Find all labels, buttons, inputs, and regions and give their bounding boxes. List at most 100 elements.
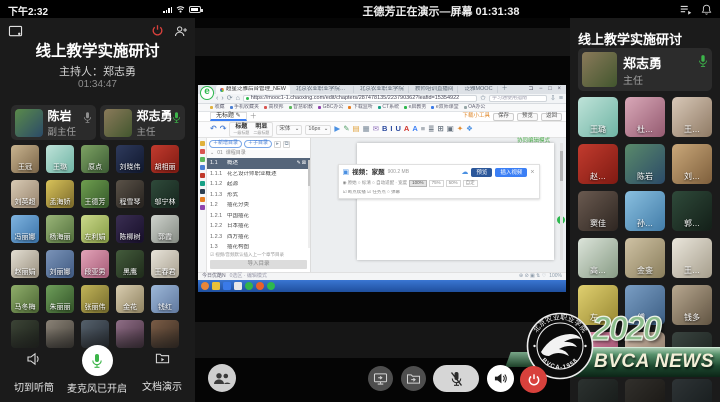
status-left-text: 今日优酷N [202, 274, 226, 280]
clock-time: 下午2:32 [8, 3, 48, 18]
participant-tile[interactable]: 王璐 [578, 97, 618, 137]
participant-tile[interactable]: 黑鹰 [116, 250, 144, 278]
share-screen-button[interactable] [368, 366, 393, 391]
participant-tile[interactable]: 马冬梅 [11, 285, 39, 313]
participant-tile[interactable] [578, 379, 618, 402]
earpiece-button[interactable]: 切到听筒 [6, 352, 62, 394]
power-icon[interactable] [151, 24, 164, 37]
participant-tile[interactable]: 刘英超 [11, 180, 39, 208]
participant-tile[interactable]: 赵丽娟 [11, 250, 39, 278]
participant-tile[interactable]: 钱红 [151, 285, 179, 313]
add-person-icon[interactable] [173, 25, 188, 37]
share-file-button[interactable] [401, 366, 426, 391]
participant-name: 王德芳 [81, 197, 109, 207]
featured-participant-tile[interactable]: 陈岩 副主任 [11, 105, 96, 140]
bookmark-item: 收藏 [210, 105, 225, 111]
speaker-button[interactable] [487, 365, 514, 392]
browser-logo-icon: e [200, 86, 214, 100]
featured-participant-tile[interactable]: 郑志勇 主任 [100, 105, 185, 140]
meeting-app: 下午2:32 王德芳正在演示—屏幕 01:31:38 线上教学实施研 [0, 0, 720, 402]
participant-tile[interactable]: 王冠 [11, 145, 39, 173]
forward-icon: › [221, 95, 223, 103]
participant-tile[interactable]: 王德芳 [81, 180, 109, 208]
top-status-bar: 下午2:32 王德芳正在演示—屏幕 01:31:38 [0, 0, 720, 18]
participant-tile[interactable]: 孙… [625, 191, 665, 231]
participant-tile[interactable]: 段亚男 [81, 250, 109, 278]
browser-tab-strip: 超星泛雅后台管理_NEW 北京农业职业学院教学门户 北京农业职业学院 教师培训直… [198, 85, 566, 94]
participant-name: 原点 [81, 162, 109, 172]
participant-tile[interactable]: 程雪琴 [116, 180, 144, 208]
bookmark-dot [318, 106, 321, 109]
participant-name: 赵… [578, 171, 618, 182]
watermark-year: 2020 [592, 310, 660, 349]
participant-tile[interactable]: 王璐 [46, 145, 74, 173]
participant-name: 赵丽娟 [11, 267, 39, 277]
participant-tile[interactable]: 王春君 [151, 250, 179, 278]
doc-present-button[interactable]: 文档演示 [134, 352, 190, 393]
format-icon: ❖ [466, 125, 473, 133]
video-size: 900.2 MB [388, 170, 409, 176]
outline-rows: 1.1 概述 ✎⊠ 1.1.1 花艺设计师职业概述 ✎⊠ [207, 158, 310, 252]
participant-tile[interactable]: 陈柳树 [116, 215, 144, 243]
participant-tile[interactable]: 王… [672, 97, 712, 137]
outline-row: 1.1.2 起源 ✎⊠ [207, 179, 310, 190]
participant-name: 张丽伟 [81, 302, 109, 312]
participant-tile[interactable]: 张丽伟 [81, 285, 109, 313]
participant-name: 冯丽娜 [11, 232, 39, 242]
participant-tile[interactable]: 钱多 [672, 285, 712, 325]
participant-tile[interactable]: 窦佳 [578, 191, 618, 231]
participant-tile[interactable]: 原点 [81, 145, 109, 173]
meeting-title: 线上教学实施研讨 [578, 29, 682, 48]
screen-cast-icon[interactable] [8, 25, 23, 38]
document-folder-icon [155, 352, 170, 365]
mic-button-circle[interactable] [82, 345, 113, 376]
side-app-icon [200, 189, 205, 194]
participant-tile[interactable]: 刘丽娜 [46, 250, 74, 278]
mic-status-label: 麦克风已开启 [64, 380, 130, 395]
participant-list-icon[interactable] [679, 4, 693, 15]
participant-tile[interactable]: 冯丽娜 [11, 215, 39, 243]
end-call-button[interactable] [520, 366, 547, 393]
participant-name: 黑鹰 [116, 267, 144, 277]
featured-participant-tile[interactable]: 郑志勇 主任 [578, 48, 712, 91]
mic-toggle-button[interactable]: 麦克风已开启 [64, 345, 130, 395]
mic-muted-button[interactable] [433, 365, 479, 392]
side-app-icon [200, 205, 205, 210]
participant-tile[interactable]: 金花 [116, 285, 144, 313]
participant-tile[interactable]: 胡相丽 [151, 145, 179, 173]
participant-tile[interactable]: 左利娟 [81, 215, 109, 243]
avatar [578, 379, 618, 402]
participant-tile[interactable]: 朱丽丽 [46, 285, 74, 313]
participant-tile[interactable] [625, 379, 665, 402]
participant-tile[interactable]: 赵… [578, 144, 618, 184]
outline-row: 1.2.2 日本插花 ✎⊠ [207, 221, 310, 232]
participant-tile[interactable]: 刘晓伟 [116, 145, 144, 173]
participant-tile[interactable] [672, 379, 712, 402]
bookmark-item: e双师课堂 [431, 105, 458, 111]
width-option: 100% [409, 180, 427, 187]
participant-tile[interactable]: 杨海丽 [46, 215, 74, 243]
avatar [672, 379, 712, 402]
width-option: 自定 [463, 180, 478, 187]
participant-tile[interactable]: 刘… [672, 144, 712, 184]
back-icon: ‹ [216, 95, 218, 103]
style-picker: 标题一级标题 明显二级标题 [229, 122, 273, 137]
participant-tile[interactable]: 高… [578, 238, 618, 278]
participant-tile[interactable]: 郭… [672, 191, 712, 231]
participant-tile[interactable]: 邬宁林 [151, 180, 179, 208]
participant-tile[interactable]: 金銮 [625, 238, 665, 278]
participant-tile[interactable]: 郭霞 [151, 215, 179, 243]
participant-name: 郭… [672, 218, 712, 229]
participant-tile[interactable]: 孟海娇 [46, 180, 74, 208]
format-icon: ▶ [334, 125, 340, 133]
participant-name: 王冠 [11, 162, 39, 172]
participant-tile[interactable]: 陈岩 [625, 144, 665, 184]
bookmark-dot [289, 106, 292, 109]
participant-tile[interactable]: 王… [672, 238, 712, 278]
participant-name: 陈岩 [625, 171, 665, 182]
participant-tile[interactable]: 杜… [625, 97, 665, 137]
bell-icon[interactable] [701, 4, 712, 15]
participant-name: 王… [672, 265, 712, 276]
participants-button[interactable] [208, 364, 236, 392]
add-subchapter-button: ＋子目录 [244, 140, 272, 148]
